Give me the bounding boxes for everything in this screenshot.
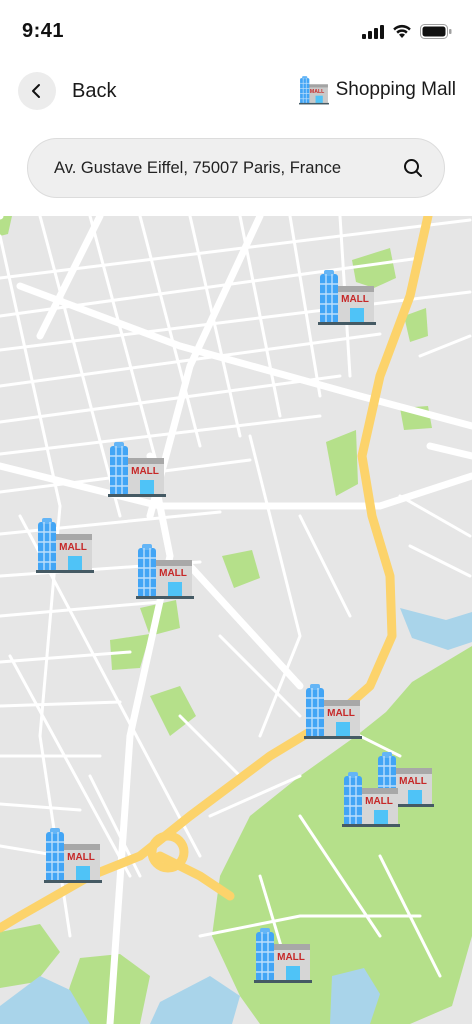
mall-marker[interactable]: MALL bbox=[302, 680, 364, 742]
mall-marker-label: MALL bbox=[67, 852, 95, 863]
category-label: Shopping Mall bbox=[335, 79, 456, 100]
mall-marker[interactable]: MALL bbox=[252, 924, 314, 986]
mall-marker-label: MALL bbox=[399, 776, 427, 787]
status-icons bbox=[362, 24, 452, 39]
cellular-signal-icon bbox=[362, 24, 384, 39]
search-bar[interactable] bbox=[27, 138, 445, 198]
mall-marker-label: MALL bbox=[277, 952, 305, 963]
category-header: MALL Shopping Mall bbox=[298, 74, 456, 106]
mall-marker[interactable]: MALL bbox=[316, 266, 378, 328]
top-nav: Back MALL Shopping Mall bbox=[0, 68, 472, 116]
status-time: 9:41 bbox=[22, 20, 65, 42]
mall-marker[interactable]: MALL bbox=[42, 824, 104, 886]
map-view[interactable]: MALL MALL MALL MALL MALL MALL MALL MALL … bbox=[0, 216, 472, 1024]
svg-text:MALL: MALL bbox=[310, 89, 324, 95]
mall-marker-label: MALL bbox=[365, 796, 393, 807]
mall-marker[interactable]: MALL bbox=[134, 540, 196, 602]
mall-marker[interactable]: MALL bbox=[34, 514, 96, 576]
battery-icon bbox=[420, 24, 452, 39]
mall-marker[interactable]: MALL bbox=[340, 768, 402, 830]
map-base[interactable] bbox=[0, 216, 472, 1024]
mall-marker-label: MALL bbox=[327, 708, 355, 719]
chevron-left-icon bbox=[32, 84, 40, 98]
shopping-mall-icon: MALL bbox=[298, 76, 329, 105]
back-label[interactable]: Back bbox=[72, 80, 116, 103]
back-button[interactable]: Back bbox=[18, 72, 116, 110]
mall-marker-label: MALL bbox=[159, 568, 187, 579]
search-icon[interactable] bbox=[402, 157, 424, 179]
wifi-icon bbox=[393, 24, 411, 38]
search-input[interactable] bbox=[54, 158, 402, 178]
mall-marker[interactable]: MALL bbox=[106, 438, 168, 500]
status-bar: 9:41 bbox=[0, 0, 472, 60]
mall-marker-label: MALL bbox=[131, 466, 159, 477]
mall-marker-label: MALL bbox=[341, 294, 369, 305]
mall-marker-label: MALL bbox=[59, 542, 87, 553]
back-icon-circle[interactable] bbox=[18, 72, 56, 110]
